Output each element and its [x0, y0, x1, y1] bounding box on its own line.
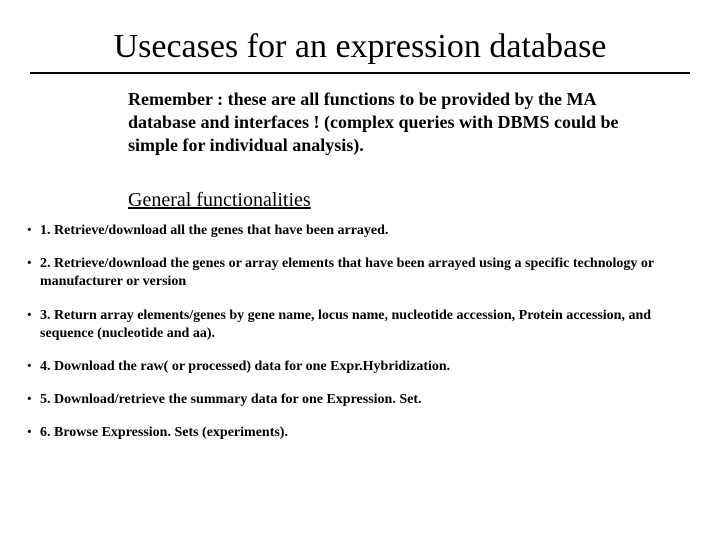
list-item: · 2. Retrieve/download the genes or arra… — [26, 255, 690, 291]
list-item-text: 3. Return array elements/genes by gene n… — [40, 307, 690, 343]
slide-title: Usecases for an expression database — [0, 0, 720, 72]
section-heading: General functionalities — [128, 189, 648, 212]
list-item-text: 6. Browse Expression. Sets (experiments)… — [40, 424, 690, 442]
list-item: · 3. Return array elements/genes by gene… — [26, 307, 690, 343]
bullet-icon: · — [26, 256, 40, 292]
list-item: · 4. Download the raw( or processed) dat… — [26, 358, 690, 376]
bullet-icon: · — [26, 392, 40, 410]
list-item: · 6. Browse Expression. Sets (experiment… — [26, 424, 690, 442]
bullet-icon: · — [26, 359, 40, 377]
bullet-icon: · — [26, 223, 40, 241]
bullet-icon: · — [26, 308, 40, 344]
list-item-text: 5. Download/retrieve the summary data fo… — [40, 391, 690, 409]
list-item: · 5. Download/retrieve the summary data … — [26, 391, 690, 409]
title-divider — [30, 72, 690, 74]
bullet-icon: · — [26, 425, 40, 443]
list-item-text: 2. Retrieve/download the genes or array … — [40, 255, 690, 291]
items-block: · 1. Retrieve/download all the genes tha… — [26, 222, 690, 443]
slide: Usecases for an expression database Reme… — [0, 0, 720, 540]
list-item-text: 4. Download the raw( or processed) data … — [40, 358, 690, 376]
intro-paragraph: Remember : these are all functions to be… — [128, 88, 648, 157]
list-item: · 1. Retrieve/download all the genes tha… — [26, 222, 690, 240]
list-item-text: 1. Retrieve/download all the genes that … — [40, 222, 690, 240]
